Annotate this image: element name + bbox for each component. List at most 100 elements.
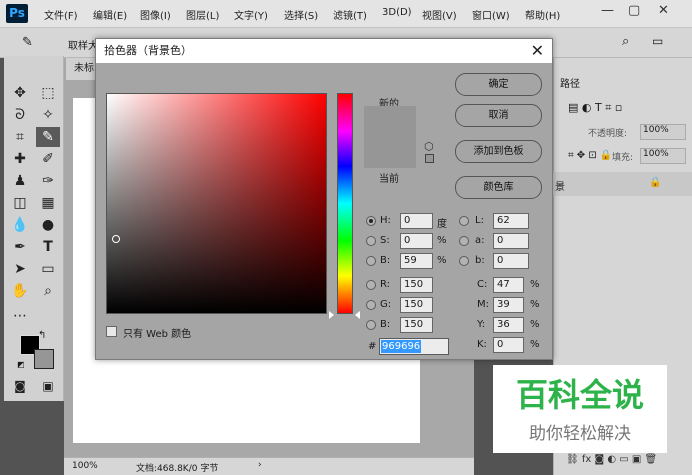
marquee-tool-icon[interactable]: ⬚ xyxy=(36,83,60,103)
lab-a-input[interactable]: 0 xyxy=(493,233,529,249)
blue-radio[interactable] xyxy=(366,320,376,330)
minimize-button[interactable]: — xyxy=(601,3,614,18)
layer-filter-icons[interactable]: ▤ ◐ T ⌗ ▫ xyxy=(568,101,622,115)
background-layer-row[interactable]: 景 🔒 xyxy=(553,172,692,196)
lab-l-label: L: xyxy=(475,215,484,226)
hue-slider-handle-right[interactable] xyxy=(355,311,360,319)
saturation-brightness-field[interactable] xyxy=(106,93,327,314)
photoshop-logo: Ps xyxy=(6,4,28,23)
watermark-title: 百科全说 xyxy=(515,376,644,414)
zoom-tool-icon[interactable]: ⌕ xyxy=(36,281,60,301)
quick-mask-icon[interactable]: ◙ xyxy=(8,376,32,396)
magenta-label: M: xyxy=(477,299,489,310)
status-chevron-icon[interactable]: › xyxy=(258,460,262,470)
eyedropper-icon[interactable]: ✎ xyxy=(22,35,33,50)
color-libraries-button[interactable]: 颜色库 xyxy=(455,176,542,199)
hue-slider-handle-left[interactable] xyxy=(329,311,334,319)
hex-value-selected[interactable]: 969696 xyxy=(381,340,422,353)
fill-field[interactable]: 100% xyxy=(640,148,686,164)
hand-tool-icon[interactable]: ✋ xyxy=(8,281,32,301)
menu-help[interactable]: 帮助(H) xyxy=(525,7,560,22)
web-safe-swatch[interactable] xyxy=(425,154,434,163)
web-colors-only-checkbox[interactable] xyxy=(106,326,117,337)
saturation-label: S: xyxy=(380,235,390,246)
lock-icons[interactable]: ⌗ ✥ ⊡ 🔒 xyxy=(568,150,612,161)
opacity-field[interactable]: 100% xyxy=(640,124,686,140)
healing-brush-icon[interactable]: ✚ xyxy=(8,149,32,169)
hex-input[interactable]: 969696 xyxy=(379,338,449,355)
menu-3d[interactable]: 3D(D) xyxy=(382,7,412,18)
lasso-tool-icon[interactable]: ᘐ xyxy=(8,105,32,125)
menu-layer[interactable]: 图层(L) xyxy=(186,7,219,22)
menu-view[interactable]: 视图(V) xyxy=(422,7,457,22)
menu-select[interactable]: 选择(S) xyxy=(284,7,318,22)
lab-l-input[interactable]: 62 xyxy=(493,213,529,229)
background-color-swatch[interactable] xyxy=(34,349,54,369)
magenta-input[interactable]: 39 xyxy=(493,297,524,313)
blur-tool-icon[interactable]: 💧 xyxy=(8,215,32,235)
layer-actions-icons[interactable]: ⛓ fx ◙ ◐ ▭ ▣ 🗑 xyxy=(566,454,657,465)
black-input[interactable]: 0 xyxy=(493,337,524,353)
dodge-tool-icon[interactable]: ● xyxy=(36,215,60,235)
cyan-input[interactable]: 47 xyxy=(493,277,524,293)
lab-b-label: b: xyxy=(475,255,485,266)
zoom-level[interactable]: 100% xyxy=(72,461,98,471)
workspace-icon[interactable]: ▭ xyxy=(652,34,663,48)
add-to-swatches-button[interactable]: 添加到色板 xyxy=(455,140,542,163)
green-radio[interactable] xyxy=(366,300,376,310)
hue-slider[interactable] xyxy=(337,93,353,314)
more-tools-icon[interactable]: ⋯ xyxy=(8,306,32,326)
menu-edit[interactable]: 编辑(E) xyxy=(93,7,127,22)
dialog-title-text: 拾色器（背景色） xyxy=(104,44,192,57)
eyedropper-tool-icon[interactable]: ✎ xyxy=(36,127,60,147)
gradient-tool-icon[interactable]: ▦ xyxy=(36,193,60,213)
default-colors-icon[interactable]: ◩ xyxy=(17,360,25,369)
menu-image[interactable]: 图像(I) xyxy=(140,7,171,22)
black-unit: % xyxy=(530,339,540,350)
eraser-tool-icon[interactable]: ◫ xyxy=(8,193,32,213)
search-icon[interactable]: ⌕ xyxy=(622,34,629,49)
brightness-input[interactable]: 59 xyxy=(400,253,433,269)
lab-b-radio[interactable] xyxy=(459,256,469,266)
restore-button[interactable]: ▢ xyxy=(628,3,640,18)
menu-type[interactable]: 文字(Y) xyxy=(234,7,268,22)
brightness-radio[interactable] xyxy=(366,256,376,266)
magic-wand-icon[interactable]: ✧ xyxy=(36,105,60,125)
layer-lock-icon: 🔒 xyxy=(649,177,662,188)
current-color-swatch[interactable] xyxy=(364,138,416,168)
menu-file[interactable]: 文件(F) xyxy=(44,7,78,22)
history-brush-icon[interactable]: ✑ xyxy=(36,171,60,191)
menu-filter[interactable]: 滤镜(T) xyxy=(333,7,367,22)
menu-window[interactable]: 窗口(W) xyxy=(472,7,510,22)
web-safe-cube-icon[interactable]: ⬡ xyxy=(424,140,434,153)
clone-stamp-icon[interactable]: ♟ xyxy=(8,171,32,191)
crop-tool-icon[interactable]: ⌗ xyxy=(8,127,32,147)
blue-input[interactable]: 150 xyxy=(400,317,433,333)
rectangle-tool-icon[interactable]: ▭ xyxy=(36,259,60,279)
saturation-radio[interactable] xyxy=(366,236,376,246)
path-select-icon[interactable]: ➤ xyxy=(8,259,32,279)
move-tool-icon[interactable]: ✥ xyxy=(8,83,32,103)
hue-input[interactable]: 0 xyxy=(400,213,433,229)
saturation-input[interactable]: 0 xyxy=(400,233,433,249)
yellow-input[interactable]: 36 xyxy=(493,317,524,333)
type-tool-icon[interactable]: T xyxy=(36,237,60,257)
tab-paths[interactable]: 路径 xyxy=(560,75,580,90)
window-close-button[interactable]: ✕ xyxy=(658,3,669,18)
cancel-button[interactable]: 取消 xyxy=(455,104,542,127)
lab-b-input[interactable]: 0 xyxy=(493,253,529,269)
dialog-close-button[interactable]: ✕ xyxy=(531,41,544,61)
lab-a-radio[interactable] xyxy=(459,236,469,246)
screen-mode-icon[interactable]: ▣ xyxy=(36,376,60,396)
document-size: 文档:468.8K/0 字节 xyxy=(136,464,219,474)
green-input[interactable]: 150 xyxy=(400,297,433,313)
pen-tool-icon[interactable]: ✒ xyxy=(8,237,32,257)
brush-tool-icon[interactable]: ✐ xyxy=(36,149,60,169)
hue-label: H: xyxy=(380,215,391,226)
ok-button[interactable]: 确定 xyxy=(455,73,542,96)
lab-l-radio[interactable] xyxy=(459,216,469,226)
red-input[interactable]: 150 xyxy=(400,277,433,293)
hue-radio[interactable] xyxy=(366,216,376,226)
red-radio[interactable] xyxy=(366,280,376,290)
color-field-marker[interactable] xyxy=(112,235,120,243)
